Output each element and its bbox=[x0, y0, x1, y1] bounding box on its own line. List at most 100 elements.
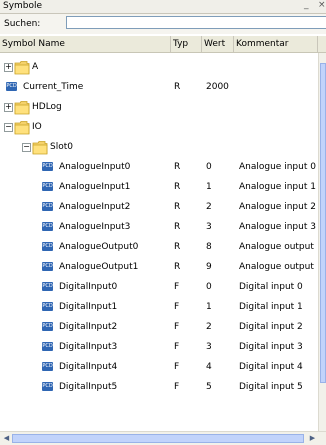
table-row[interactable]: PCD DigitalInput1 F 1 Digital input 1 bbox=[0, 297, 318, 317]
vertical-scrollbar[interactable] bbox=[318, 53, 326, 431]
symbol-type: R bbox=[174, 162, 181, 172]
symbol-type: R bbox=[174, 202, 181, 212]
table-row[interactable]: PCD DigitalInput0 F 0 Digital input 0 bbox=[0, 277, 318, 297]
folder-icon bbox=[14, 97, 30, 117]
symbol-value: 2 bbox=[206, 202, 212, 212]
search-label: Suchen: bbox=[4, 19, 41, 29]
panel-titlebar: Symbole _ × bbox=[0, 0, 326, 14]
search-bar: Suchen: bbox=[0, 14, 326, 34]
pcd-symbol-icon: PCD bbox=[42, 342, 53, 351]
pcd-symbol-icon: PCD bbox=[42, 282, 53, 291]
symbol-name: AnalogueInput1 bbox=[59, 182, 131, 192]
symbol-comment: Analogue input 0 bbox=[239, 162, 316, 172]
pcd-symbol-icon: PCD bbox=[42, 162, 53, 171]
table-row[interactable]: PCD AnalogueOutput0 R 8 Analogue output bbox=[0, 237, 318, 257]
symbol-value: 8 bbox=[206, 242, 212, 252]
table-row[interactable]: PCD DigitalInput2 F 2 Digital input 2 bbox=[0, 317, 318, 337]
symbol-value: 0 bbox=[206, 282, 212, 292]
symbol-type: R bbox=[174, 262, 181, 272]
symbol-comment: Analogue output bbox=[239, 242, 314, 252]
symbol-type: R bbox=[174, 242, 181, 252]
table-row[interactable]: PCD AnalogueInput3 R 3 Analogue input 3 bbox=[0, 217, 318, 237]
collapse-icon[interactable]: − bbox=[22, 143, 31, 152]
pcd-symbol-icon: PCD bbox=[42, 262, 53, 271]
symbol-type: F bbox=[174, 362, 180, 372]
symbol-name: DigitalInput3 bbox=[59, 342, 118, 352]
pcd-symbol-icon: PCD bbox=[42, 362, 53, 371]
symbol-value: 0 bbox=[206, 162, 212, 172]
symbol-value: 1 bbox=[206, 182, 212, 192]
minimize-icon[interactable]: _ bbox=[304, 0, 309, 10]
pcd-symbol-icon: PCD bbox=[42, 182, 53, 191]
pcd-symbol-icon: PCD bbox=[6, 82, 17, 91]
symbol-value: 4 bbox=[206, 362, 212, 372]
close-icon[interactable]: × bbox=[318, 0, 326, 10]
symbol-name: DigitalInput2 bbox=[59, 322, 118, 332]
tree-folder-row[interactable]: − IO bbox=[0, 117, 318, 137]
tree-folder-row[interactable]: + A bbox=[0, 57, 318, 77]
symbol-type: F bbox=[174, 302, 180, 312]
symbol-name: AnalogueInput2 bbox=[59, 202, 131, 212]
tree-folder-label: IO bbox=[32, 122, 42, 132]
symbol-comment: Digital input 3 bbox=[239, 342, 303, 352]
tree-folder-row[interactable]: − Slot0 bbox=[0, 137, 318, 157]
horizontal-scrollbar[interactable]: ◀ ▶ bbox=[0, 431, 326, 445]
table-row[interactable]: PCD AnalogueInput0 R 0 Analogue input 0 bbox=[0, 157, 318, 177]
panel-title: Symbole bbox=[3, 1, 43, 11]
scroll-right-icon[interactable]: ▶ bbox=[308, 434, 317, 443]
collapse-icon[interactable]: − bbox=[4, 123, 13, 132]
symbol-comment: Analogue input 2 bbox=[239, 202, 316, 212]
tree-folder-label: A bbox=[32, 62, 39, 72]
symbol-value: 9 bbox=[206, 262, 212, 272]
pcd-symbol-icon: PCD bbox=[42, 242, 53, 251]
symbol-tree: + A PCD Current_Time R 2000 + HDLog − IO − Slot0 PCD… bbox=[0, 53, 318, 431]
symbol-comment: Digital input 2 bbox=[239, 322, 303, 332]
symbol-type: R bbox=[174, 82, 181, 92]
column-header-value[interactable]: Wert bbox=[202, 36, 234, 52]
table-row[interactable]: PCD DigitalInput5 F 5 Digital input 5 bbox=[0, 377, 318, 397]
symbol-name: DigitalInput5 bbox=[59, 382, 118, 392]
symbol-value: 2000 bbox=[206, 82, 229, 92]
table-row[interactable]: PCD Current_Time R 2000 bbox=[0, 77, 318, 97]
symbol-comment: Digital input 0 bbox=[239, 282, 303, 292]
expand-icon[interactable]: + bbox=[4, 63, 13, 72]
column-header-name[interactable]: Symbol Name bbox=[0, 36, 171, 52]
vertical-scroll-thumb[interactable] bbox=[320, 63, 326, 383]
folder-icon bbox=[32, 137, 48, 157]
symbol-name: Current_Time bbox=[23, 82, 84, 92]
scroll-left-icon[interactable]: ◀ bbox=[2, 434, 11, 443]
symbol-value: 2 bbox=[206, 322, 212, 332]
symbol-comment: Analogue input 1 bbox=[239, 182, 316, 192]
symbol-name: DigitalInput4 bbox=[59, 362, 118, 372]
pcd-symbol-icon: PCD bbox=[42, 322, 53, 331]
symbol-name: AnalogueInput3 bbox=[59, 222, 131, 232]
symbol-comment: Analogue output bbox=[239, 262, 314, 272]
folder-icon bbox=[14, 117, 30, 137]
symbol-type: F bbox=[174, 282, 180, 292]
table-row[interactable]: PCD AnalogueInput2 R 2 Analogue input 2 bbox=[0, 197, 318, 217]
symbol-comment: Analogue input 3 bbox=[239, 222, 316, 232]
symbol-name: AnalogueOutput1 bbox=[59, 262, 139, 272]
table-row[interactable]: PCD AnalogueInput1 R 1 Analogue input 1 bbox=[0, 177, 318, 197]
table-header: Symbol Name Typ Wert Kommentar bbox=[0, 36, 326, 53]
column-header-type[interactable]: Typ bbox=[171, 36, 202, 52]
table-row[interactable]: PCD DigitalInput3 F 3 Digital input 3 bbox=[0, 337, 318, 357]
column-header-comment[interactable]: Kommentar bbox=[234, 36, 318, 52]
tree-folder-row[interactable]: + HDLog bbox=[0, 97, 318, 117]
table-row[interactable]: PCD DigitalInput4 F 4 Digital input 4 bbox=[0, 357, 318, 377]
horizontal-scroll-thumb[interactable] bbox=[12, 434, 304, 443]
table-row[interactable]: PCD AnalogueOutput1 R 9 Analogue output bbox=[0, 257, 318, 277]
symbol-type: F bbox=[174, 342, 180, 352]
search-input[interactable] bbox=[66, 16, 326, 29]
expand-icon[interactable]: + bbox=[4, 103, 13, 112]
symbol-type: F bbox=[174, 382, 180, 392]
symbol-type: R bbox=[174, 222, 181, 232]
symbol-value: 3 bbox=[206, 342, 212, 352]
symbol-name: DigitalInput1 bbox=[59, 302, 118, 312]
tree-folder-label: Slot0 bbox=[50, 142, 73, 152]
symbol-name: AnalogueInput0 bbox=[59, 162, 131, 172]
symbol-comment: Digital input 5 bbox=[239, 382, 303, 392]
symbol-name: DigitalInput0 bbox=[59, 282, 118, 292]
symbol-value: 5 bbox=[206, 382, 212, 392]
symbols-panel: Symbole _ × Suchen: Symbol Name Typ Wert… bbox=[0, 0, 326, 445]
